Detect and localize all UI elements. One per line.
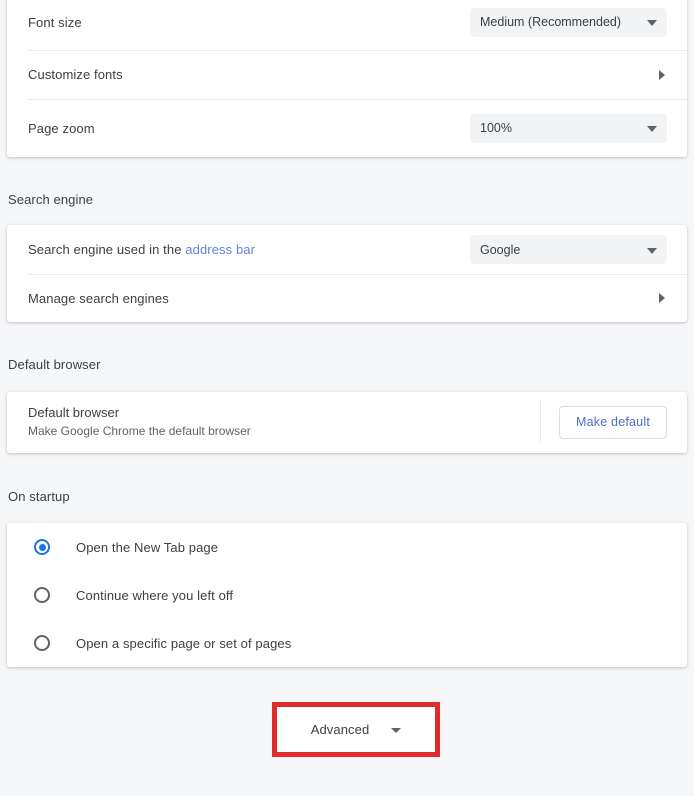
- radio-row-continue-where-left-off[interactable]: Continue where you left off: [7, 571, 687, 619]
- chevron-right-icon: [659, 293, 665, 303]
- chevron-down-icon: [647, 248, 657, 254]
- page-zoom-value: 100%: [480, 121, 512, 135]
- search-engine-label-text: Search engine used in the: [28, 242, 185, 257]
- default-browser-text: Default browser Make Google Chrome the d…: [28, 404, 251, 440]
- make-default-label: Make default: [576, 415, 650, 429]
- chevron-down-icon: [647, 20, 657, 26]
- page-zoom-label: Page zoom: [28, 120, 95, 137]
- radio-label-continue-where-left-off: Continue where you left off: [76, 588, 233, 603]
- vertical-divider: [540, 401, 541, 443]
- customize-fonts-label: Customize fonts: [28, 66, 123, 83]
- settings-row-page-zoom[interactable]: Page zoom 100%: [7, 99, 687, 157]
- settings-row-default-browser: Default browser Make Google Chrome the d…: [7, 392, 687, 452]
- settings-row-search-engine[interactable]: Search engine used in the address bar Go…: [7, 225, 687, 274]
- radio-icon-selected[interactable]: [34, 539, 50, 555]
- search-engine-card: Search engine used in the address bar Go…: [7, 225, 687, 322]
- appearance-card: Font size Medium (Recommended) Customize…: [7, 0, 687, 157]
- section-header-default-browser: Default browser: [8, 357, 101, 372]
- radio-label-specific-page: Open a specific page or set of pages: [76, 636, 291, 651]
- make-default-button[interactable]: Make default: [559, 406, 667, 439]
- font-size-label: Font size: [28, 14, 82, 31]
- font-size-value: Medium (Recommended): [480, 15, 621, 29]
- font-size-select[interactable]: Medium (Recommended): [470, 8, 667, 37]
- default-browser-card: Default browser Make Google Chrome the d…: [7, 392, 687, 453]
- on-startup-card: Open the New Tab page Continue where you…: [7, 523, 687, 667]
- radio-icon-unselected[interactable]: [34, 587, 50, 603]
- section-header-on-startup: On startup: [8, 489, 70, 504]
- search-engine-label: Search engine used in the address bar: [28, 241, 255, 258]
- advanced-highlight-box: [272, 702, 440, 757]
- search-engine-select[interactable]: Google: [470, 235, 667, 264]
- chevron-down-icon: [647, 126, 657, 132]
- search-engine-value: Google: [480, 243, 520, 257]
- radio-label-new-tab-page: Open the New Tab page: [76, 540, 218, 555]
- chevron-right-icon: [659, 70, 665, 80]
- radio-icon-unselected[interactable]: [34, 635, 50, 651]
- default-browser-subtitle: Make Google Chrome the default browser: [28, 423, 251, 440]
- address-bar-link[interactable]: address bar: [185, 242, 255, 257]
- section-header-search-engine: Search engine: [8, 192, 93, 207]
- radio-row-specific-page[interactable]: Open a specific page or set of pages: [7, 619, 687, 667]
- radio-row-new-tab-page[interactable]: Open the New Tab page: [7, 523, 687, 571]
- settings-page: Font size Medium (Recommended) Customize…: [0, 0, 694, 796]
- settings-row-customize-fonts[interactable]: Customize fonts: [7, 50, 687, 99]
- settings-row-font-size[interactable]: Font size Medium (Recommended): [7, 0, 687, 50]
- manage-search-engines-label: Manage search engines: [28, 290, 169, 307]
- default-browser-title: Default browser: [28, 404, 251, 422]
- page-zoom-select[interactable]: 100%: [470, 114, 667, 143]
- settings-row-manage-search-engines[interactable]: Manage search engines: [7, 274, 687, 322]
